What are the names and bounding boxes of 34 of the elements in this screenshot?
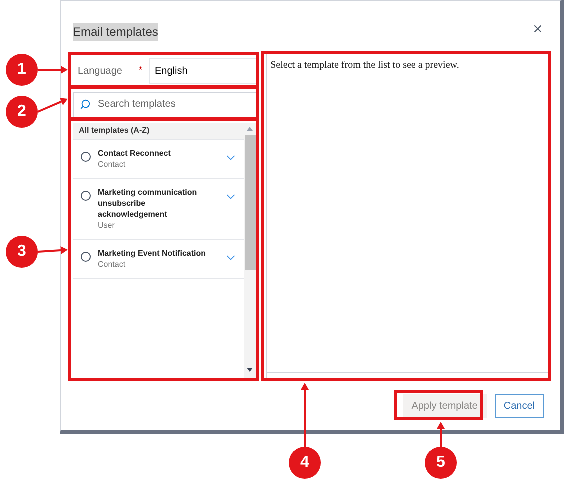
cancel-button[interactable]: Cancel <box>494 394 544 418</box>
callout-arrow <box>38 66 68 74</box>
dialog-title: Email templates <box>73 23 158 41</box>
scroll-thumb[interactable] <box>244 135 256 270</box>
callout-number: 5 <box>425 447 457 479</box>
search-field[interactable]: Search templates <box>73 92 257 118</box>
scrollbar[interactable] <box>244 123 257 378</box>
radio-button[interactable] <box>81 152 91 162</box>
callout-arrow <box>38 246 68 254</box>
template-entity: Contact <box>98 159 127 170</box>
radio-button[interactable] <box>81 252 91 262</box>
list-heading: All templates (A-Z) <box>73 123 244 140</box>
language-field[interactable]: English <box>149 58 257 84</box>
template-name: Marketing Event Notification <box>98 248 206 259</box>
template-item[interactable]: Marketing Event Notification Contact <box>73 240 244 279</box>
template-name: Contact Reconnect <box>98 148 172 159</box>
search-icon <box>80 99 91 110</box>
template-entity: User <box>98 220 116 231</box>
callout-number: 3 <box>6 236 38 268</box>
language-label: Language <box>77 64 124 78</box>
close-icon[interactable] <box>532 23 544 35</box>
callout-arrow <box>437 422 445 447</box>
radio-button[interactable] <box>81 191 91 201</box>
template-entity: Contact <box>98 259 127 270</box>
callout-arrow <box>38 98 68 113</box>
template-name: Marketing communication unsubscribe acknowledgement <box>98 187 198 220</box>
callout-arrow <box>301 383 309 447</box>
callout-number: 1 <box>6 54 38 86</box>
callout-number: 4 <box>289 447 321 479</box>
template-item[interactable]: Contact Reconnect Contact <box>73 140 244 179</box>
callout-number: 2 <box>6 96 38 128</box>
preview-text: Select a template from the list to see a preview. <box>270 59 460 73</box>
required-mark: * <box>139 64 144 78</box>
scroll-down-icon[interactable] <box>247 368 254 372</box>
